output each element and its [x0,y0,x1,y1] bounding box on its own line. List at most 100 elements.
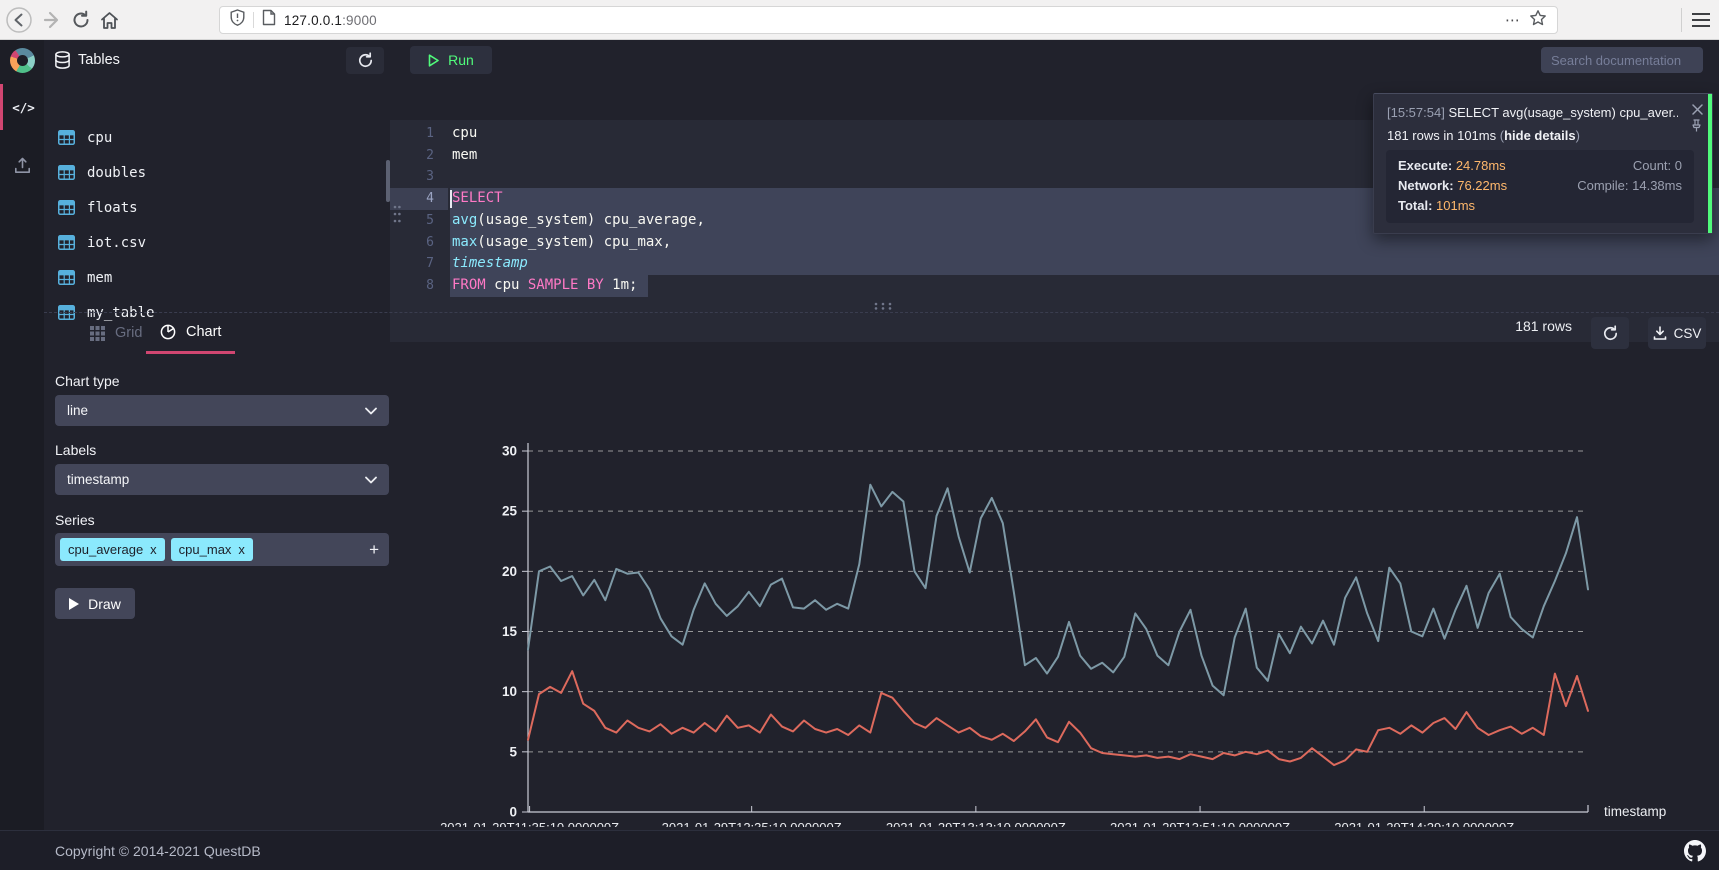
toolbar-divider [1681,8,1682,32]
tab-grid[interactable]: Grid [90,312,142,354]
line-number: 6 [390,232,434,254]
labels-select[interactable]: timestamp [55,464,389,495]
tables-panel-title: Tables [78,52,120,68]
close-icon[interactable] [1692,102,1703,120]
run-button-label: Run [448,52,474,68]
x-axis-title: timestamp [1604,804,1666,819]
url-divider [253,12,254,28]
add-series-icon[interactable]: + [369,540,379,560]
code-line: cpu [452,123,477,145]
series-tag-label: cpu_average [68,542,143,557]
page-actions-icon[interactable]: ⋯ [1505,11,1521,29]
code-line: SELECT [452,188,503,210]
back-icon[interactable] [6,7,32,33]
line-number: 3 [390,166,434,188]
notification-title: [15:57:54] SELECT avg(usage_system) cpu_… [1387,105,1678,120]
tab-grid-label: Grid [115,325,142,341]
chart-canvas: 0510152025302021-01-29T11:35:10.000000Z2… [440,395,1715,827]
url-bar[interactable]: 127.0.0.1:9000 ⋯ [219,6,1558,34]
chevron-down-icon [365,407,377,415]
browser-toolbar: 127.0.0.1:9000 ⋯ [0,0,1719,40]
series-tag[interactable]: cpu_average x [60,538,165,561]
tab-chart[interactable]: Chart [146,312,235,354]
chart-area[interactable]: 0510152025302021-01-29T11:35:10.000000Z2… [440,395,1715,827]
github-icon[interactable] [1684,840,1706,867]
footer: Copyright © 2014-2021 QuestDB [0,830,1719,870]
series-input[interactable]: cpu_average x cpu_max x + [55,533,389,566]
line-number: 1 [390,123,434,145]
page-info-icon[interactable] [262,9,276,31]
editor-line: 6 max(usage_system) cpu_max, [390,232,1719,254]
shield-icon[interactable] [230,9,245,31]
search-documentation-field[interactable] [1551,53,1693,68]
questdb-logo-mark [10,48,35,73]
side-rail: </> [0,80,44,870]
run-query-button[interactable]: Run [410,46,492,74]
table-name: floats [87,200,138,216]
labels-label: Labels [55,442,96,458]
total-time: Total: 101ms [1398,197,1577,216]
upload-icon [14,157,31,174]
chart-type-value: line [67,403,88,418]
table-icon [58,200,75,215]
database-icon [54,51,71,74]
line-number: 7 [390,253,434,275]
code-line: avg(usage_system) cpu_average, [452,210,705,232]
refresh-tables-button[interactable] [346,47,384,74]
row-count-label: 181 rows [1515,318,1572,334]
table-row[interactable]: mem [44,260,390,295]
table-icon [58,165,75,180]
play-icon [69,598,79,610]
editor-line: 7 timestamp [390,253,1719,275]
table-icon [58,270,75,285]
y-tick-label: 25 [502,504,518,519]
code-line: max(usage_system) cpu_max, [452,232,671,254]
rail-item-console[interactable]: </> [0,84,44,130]
remove-series-icon[interactable]: x [238,542,245,557]
horizontal-splitter-handle[interactable] [872,298,894,316]
home-icon[interactable] [96,7,122,33]
download-csv-button[interactable]: CSV [1648,317,1706,349]
table-row[interactable]: iot.csv [44,225,390,260]
count-value: Count: 0 [1577,157,1682,176]
table-name: mem [87,270,112,286]
hide-details-link[interactable]: hide details [1504,128,1576,143]
refresh-results-button[interactable] [1591,317,1629,349]
pie-chart-icon [160,324,176,340]
table-name: iot.csv [87,235,146,251]
series-tag[interactable]: cpu_max x [171,538,253,561]
editor-cursor [450,190,452,208]
draw-chart-button[interactable]: Draw [55,588,135,619]
line-number: 8 [390,275,434,297]
reload-icon[interactable] [68,7,94,33]
y-tick-label: 0 [509,805,517,820]
grid-icon [90,326,105,341]
code-line: FROM cpu SAMPLE BY 1m; [452,275,637,297]
questdb-logo[interactable] [0,40,44,80]
notification-summary: 181 rows in 101ms (hide details) [1387,128,1580,143]
x-tick-label: 2021-01-29T13:13:10.000000Z [886,820,1066,827]
rail-item-import[interactable] [0,142,44,188]
code-line: timestamp [452,253,528,275]
table-row[interactable]: floats [44,190,390,225]
forward-icon[interactable] [40,7,66,33]
table-icon [58,235,75,250]
chart-type-select[interactable]: line [55,395,389,426]
vertical-splitter-handle[interactable] [392,203,402,230]
search-documentation-input[interactable] [1541,47,1703,73]
table-name: cpu [87,130,112,146]
table-row[interactable]: cpu [44,120,390,155]
remove-series-icon[interactable]: x [150,542,157,557]
bookmark-star-icon[interactable] [1529,9,1547,32]
pin-icon[interactable] [1691,119,1702,137]
series-line-cpu_average [528,671,1588,765]
series-tag-label: cpu_max [179,542,232,557]
url-text[interactable]: 127.0.0.1:9000 [284,13,377,28]
menu-hamburger-icon[interactable] [1688,7,1714,33]
table-row[interactable]: doubles [44,155,390,190]
execute-time: Execute: 24.78ms [1398,157,1577,176]
download-icon [1653,326,1667,340]
code-icon: </> [12,100,35,115]
x-tick-label: 2021-01-29T13:51:10.000000Z [1110,820,1290,827]
query-notification-popup: [15:57:54] SELECT avg(usage_system) cpu_… [1373,93,1713,234]
